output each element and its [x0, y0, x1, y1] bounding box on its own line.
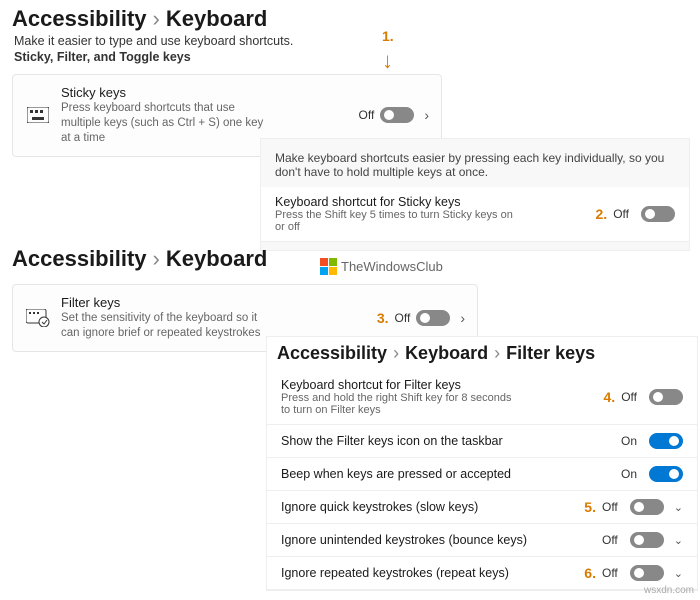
chevron-down-icon[interactable]: ⌄: [674, 501, 683, 514]
chevron-down-icon[interactable]: ⌄: [674, 534, 683, 547]
filter-row-3: Ignore quick keystrokes (slow keys) 5. Off…: [267, 491, 697, 524]
row-desc: Press the Shift key 5 times to turn Stic…: [275, 209, 525, 233]
chevron-right-icon: ›: [153, 246, 160, 272]
bc-accessibility[interactable]: Accessibility: [12, 6, 147, 32]
state-label: Off: [602, 533, 618, 547]
filter-row-5: Ignore repeated keystrokes (repeat keys)…: [267, 557, 697, 590]
sticky-toggle[interactable]: [380, 107, 414, 123]
filter-row-1: Show the Filter keys icon on the taskbar…: [267, 425, 697, 458]
row-title: Ignore unintended keystrokes (bounce key…: [281, 533, 592, 547]
toggle[interactable]: [649, 433, 683, 449]
chevron-down-icon[interactable]: ⌄: [674, 567, 683, 580]
state-label: On: [621, 434, 637, 448]
annotation-3: 3.: [377, 310, 389, 326]
toggle[interactable]: [630, 565, 664, 581]
section-subtitle: Make it easier to type and use keyboard …: [0, 34, 700, 48]
row-title: Ignore quick keystrokes (slow keys): [281, 500, 574, 514]
section-heading: Sticky, Filter, and Toggle keys: [0, 50, 700, 64]
filter-row-0: Keyboard shortcut for Filter keysPress a…: [267, 370, 697, 425]
bc-keyboard: Keyboard: [166, 6, 267, 32]
watermark: wsxdn.com: [644, 585, 694, 596]
row-title: Keyboard shortcut for Filter keys: [281, 378, 594, 392]
arrow-down-icon: ↓: [382, 48, 393, 74]
chevron-right-icon[interactable]: ›: [424, 107, 429, 123]
annotation-1: 1.: [382, 28, 394, 44]
sticky-shortcut-toggle[interactable]: [641, 206, 675, 222]
bc-keyboard[interactable]: Keyboard: [405, 343, 488, 364]
row-title: Keyboard shortcut for Sticky keys: [275, 195, 586, 209]
state-label: Off: [621, 390, 637, 404]
row-desc: Press and hold the right Shift key for 8…: [281, 392, 521, 416]
sticky-state: Off: [359, 108, 375, 122]
state-label: Off: [613, 207, 629, 221]
filter-title: Filter keys: [61, 295, 377, 310]
keyboard-icon: [25, 102, 51, 128]
state-label: On: [621, 467, 637, 481]
bc-accessibility[interactable]: Accessibility: [12, 246, 147, 272]
breadcrumb: Accessibility › Keyboard: [0, 0, 700, 34]
filter-desc: Set the sensitivity of the keyboard so i…: [61, 311, 271, 341]
breadcrumb: Accessibility › Keyboard › Filter keys: [267, 337, 697, 370]
state-label: Off: [602, 500, 618, 514]
toggle[interactable]: [630, 499, 664, 515]
sticky-title: Sticky keys: [61, 85, 359, 100]
row-title: Show the Filter keys icon on the taskbar: [281, 434, 611, 448]
chevron-right-icon: ›: [393, 343, 399, 364]
sticky-shortcut-row: Keyboard shortcut for Sticky keys Press …: [261, 187, 689, 242]
annotation: 5.: [584, 499, 596, 515]
bc-keyboard: Keyboard: [166, 246, 267, 272]
sticky-sub-intro: Make keyboard shortcuts easier by pressi…: [261, 147, 689, 187]
toggle[interactable]: [630, 532, 664, 548]
row-title: Ignore repeated keystrokes (repeat keys): [281, 566, 574, 580]
bc-filter-keys: Filter keys: [506, 343, 595, 364]
toggle[interactable]: [649, 389, 683, 405]
thewindowsclub-logo: TheWindowsClub: [320, 258, 443, 275]
annotation: 4.: [604, 389, 616, 405]
filter-row-4: Ignore unintended keystrokes (bounce key…: [267, 524, 697, 557]
sticky-desc: Press keyboard shortcuts that use multip…: [61, 101, 271, 146]
filter-row-2: Beep when keys are pressed or accepted On: [267, 458, 697, 491]
filter-state: Off: [395, 311, 411, 325]
filter-toggle[interactable]: [416, 310, 450, 326]
bc-accessibility[interactable]: Accessibility: [277, 343, 387, 364]
sticky-subpanel: Make keyboard shortcuts easier by pressi…: [260, 138, 690, 251]
filter-subpanel: Accessibility › Keyboard › Filter keys K…: [266, 336, 698, 591]
chevron-right-icon: ›: [153, 6, 160, 32]
keyboard-filter-icon: [25, 305, 51, 331]
annotation: 6.: [584, 565, 596, 581]
section-sticky: Accessibility › Keyboard Make it easier …: [0, 0, 700, 157]
state-label: Off: [602, 566, 618, 580]
chevron-right-icon[interactable]: ›: [460, 310, 465, 326]
toggle[interactable]: [649, 466, 683, 482]
annotation-2: 2.: [596, 206, 608, 222]
chevron-right-icon: ›: [494, 343, 500, 364]
row-title: Beep when keys are pressed or accepted: [281, 467, 611, 481]
